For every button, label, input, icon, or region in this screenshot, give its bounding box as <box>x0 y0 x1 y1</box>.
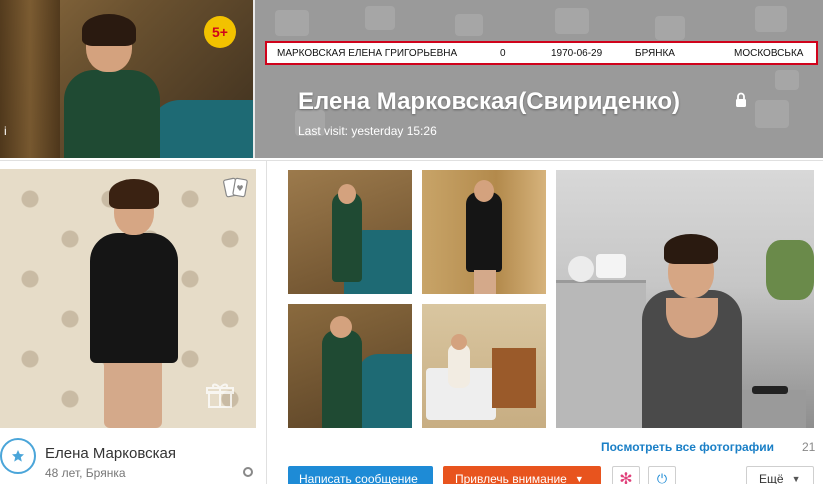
divider <box>266 160 267 484</box>
legs <box>474 270 496 294</box>
pot <box>596 254 626 278</box>
legs <box>104 361 162 428</box>
plant <box>766 240 814 300</box>
pattern-shape <box>755 6 787 32</box>
snowflake-button[interactable]: ✻ <box>612 466 640 484</box>
face <box>451 334 467 350</box>
power-button[interactable]: ⏻ <box>648 466 676 484</box>
pattern-shape <box>365 6 395 30</box>
person <box>448 344 470 388</box>
power-icon: ⏻ <box>656 471 668 484</box>
profile-name: Елена Марковская(Свириденко) <box>298 88 680 115</box>
info-icon[interactable]: i <box>4 124 18 138</box>
pattern-shape <box>275 10 309 36</box>
more-label: Ещё <box>759 472 784 484</box>
attract-attention-button[interactable]: Привлечь внимание ▼ <box>443 466 601 484</box>
dresser <box>492 348 536 408</box>
view-all-photos-link[interactable]: Посмотреть все фотографии <box>601 440 774 454</box>
dress <box>90 233 178 363</box>
stove <box>556 280 646 428</box>
divider <box>0 160 823 161</box>
face <box>474 180 494 202</box>
profile-page: 5+ i МАРКОВСКАЯ ЕЛЕНА ГРИГОРЬЕВНА 0 1970… <box>0 0 823 484</box>
write-message-button[interactable]: Написать сообщение <box>288 466 433 484</box>
photo-thumbnail[interactable] <box>288 304 412 428</box>
gift-icon[interactable] <box>205 380 235 410</box>
kettle <box>568 256 594 282</box>
region: МОСКОВСЬКА <box>734 48 804 59</box>
chevron-down-icon: ▼ <box>791 474 801 484</box>
dress <box>466 192 502 272</box>
photo-thumbnail[interactable] <box>422 304 546 428</box>
full-name: МАРКОВСКАЯ ЕЛЕНА ГРИГОРЬЕВНА <box>277 48 458 59</box>
zero-value: 0 <box>500 48 506 59</box>
attract-attention-label: Привлечь внимание <box>455 472 567 484</box>
identity-bar: МАРКОВСКАЯ ЕЛЕНА ГРИГОРЬЕВНА 0 1970-06-2… <box>265 41 818 65</box>
more-button[interactable]: Ещё ▼ <box>746 466 814 484</box>
online-status-icon <box>243 467 253 477</box>
hair <box>82 14 136 46</box>
photo-thumbnail[interactable] <box>288 170 412 294</box>
star-glyph-icon <box>12 450 24 462</box>
phone <box>752 386 788 394</box>
pattern-shape <box>775 70 799 90</box>
pattern-shape <box>555 8 589 34</box>
chevron-down-icon: ▼ <box>574 474 584 484</box>
pattern-shape <box>755 100 789 128</box>
face <box>338 184 356 204</box>
write-message-label: Написать сообщение <box>299 472 418 484</box>
svg-text:♥: ♥ <box>236 184 243 193</box>
avatar-person <box>84 175 182 428</box>
profile-header: 5+ i МАРКОВСКАЯ ЕЛЕНА ГРИГОРЬЕВНА 0 1970… <box>0 0 823 158</box>
star-icon[interactable] <box>0 438 36 474</box>
hair <box>109 179 159 209</box>
dress <box>322 330 362 428</box>
user-name[interactable]: Елена Марковская <box>45 445 176 462</box>
cards-icon[interactable]: ♥ <box>222 176 250 200</box>
chair <box>358 354 412 428</box>
face <box>330 316 352 338</box>
rating-badge[interactable]: 5+ <box>204 16 236 48</box>
hair <box>664 234 718 264</box>
photo-thumbnail[interactable] <box>422 170 546 294</box>
lock-icon <box>736 92 746 107</box>
cover-person <box>64 14 160 158</box>
pattern-shape <box>455 14 483 36</box>
dress <box>64 70 160 158</box>
city: БРЯНКА <box>635 48 675 59</box>
chair <box>150 100 253 158</box>
cover-photo[interactable]: 5+ i <box>0 0 253 158</box>
birth-date: 1970-06-29 <box>551 48 603 59</box>
last-visit: Last visit: yesterday 15:26 <box>298 124 437 138</box>
photo-large[interactable] <box>556 170 814 428</box>
user-age-city: 48 лет, Брянка <box>45 466 126 480</box>
dress <box>332 192 362 282</box>
photo-count: 21 <box>802 440 816 454</box>
snowflake-icon: ✻ <box>619 471 633 484</box>
pattern-shape <box>655 16 685 40</box>
